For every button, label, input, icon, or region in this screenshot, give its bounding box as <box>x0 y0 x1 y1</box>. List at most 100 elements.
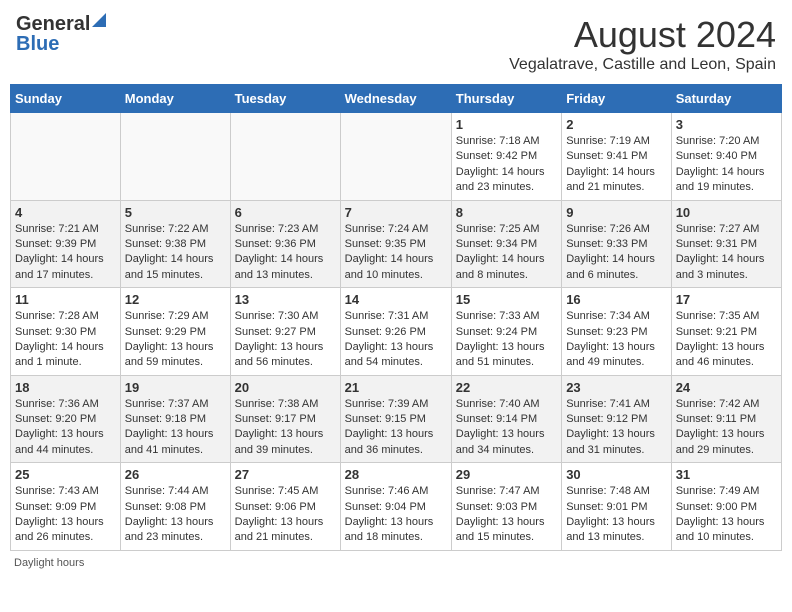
col-sunday: Sunday <box>11 85 121 113</box>
day-number: 13 <box>235 292 336 307</box>
calendar-table: Sunday Monday Tuesday Wednesday Thursday… <box>10 84 782 551</box>
day-number: 22 <box>456 380 557 395</box>
day-info: Sunrise: 7:18 AMSunset: 9:42 PMDaylight:… <box>456 134 557 196</box>
calendar-week-row: 1Sunrise: 7:18 AMSunset: 9:42 PMDaylight… <box>11 113 782 201</box>
day-info: Sunrise: 7:49 AMSunset: 9:00 PMDaylight:… <box>676 484 777 546</box>
table-row: 28 Sunrise: 7:46 AMSunset: 9:04 PMDayligh… <box>340 463 451 551</box>
day-number: 19 <box>125 380 226 395</box>
day-info: Sunrise: 7:22 AMSunset: 9:38 PMDaylight:… <box>125 222 226 284</box>
day-info: Sunrise: 7:45 AMSunset: 9:06 PMDaylight:… <box>235 484 336 546</box>
day-info: Sunrise: 7:37 AMSunset: 9:18 PMDaylight:… <box>125 397 226 459</box>
day-number: 7 <box>345 205 447 220</box>
day-number: 11 <box>15 292 116 307</box>
day-number: 27 <box>235 467 336 482</box>
calendar-header-row: Sunday Monday Tuesday Wednesday Thursday… <box>11 85 782 113</box>
table-row: 14 Sunrise: 7:31 AMSunset: 9:26 PMDayligh… <box>340 288 451 376</box>
table-row: 23 Sunrise: 7:41 AMSunset: 9:12 PMDayligh… <box>562 375 672 463</box>
table-row: 2Sunrise: 7:19 AMSunset: 9:41 PMDaylight… <box>562 113 672 201</box>
day-number: 21 <box>345 380 447 395</box>
table-row: 27 Sunrise: 7:45 AMSunset: 9:06 PMDayligh… <box>230 463 340 551</box>
day-number: 8 <box>456 205 557 220</box>
day-number: 26 <box>125 467 226 482</box>
table-row: 9 Sunrise: 7:26 AMSunset: 9:33 PMDaylight… <box>562 200 672 288</box>
page-title: August 2024 <box>509 14 776 56</box>
calendar-week-row: 18Sunrise: 7:36 AMSunset: 9:20 PMDayligh… <box>11 375 782 463</box>
table-row: 26 Sunrise: 7:44 AMSunset: 9:08 PMDayligh… <box>120 463 230 551</box>
day-number: 23 <box>566 380 667 395</box>
table-row: 5 Sunrise: 7:22 AMSunset: 9:38 PMDaylight… <box>120 200 230 288</box>
day-number: 9 <box>566 205 667 220</box>
day-info: Sunrise: 7:41 AMSunset: 9:12 PMDaylight:… <box>566 397 667 459</box>
day-info: Sunrise: 7:26 AMSunset: 9:33 PMDaylight:… <box>566 222 667 284</box>
day-number: 12 <box>125 292 226 307</box>
day-info: Sunrise: 7:29 AMSunset: 9:29 PMDaylight:… <box>125 309 226 371</box>
day-number: 30 <box>566 467 667 482</box>
table-row: 16 Sunrise: 7:34 AMSunset: 9:23 PMDayligh… <box>562 288 672 376</box>
day-info: Sunrise: 7:38 AMSunset: 9:17 PMDaylight:… <box>235 397 336 459</box>
table-row <box>11 113 121 201</box>
day-number: 14 <box>345 292 447 307</box>
day-number: 29 <box>456 467 557 482</box>
day-number: 5 <box>125 205 226 220</box>
day-info: Sunrise: 7:25 AMSunset: 9:34 PMDaylight:… <box>456 222 557 284</box>
day-info: Sunrise: 7:19 AMSunset: 9:41 PMDaylight:… <box>566 134 667 196</box>
table-row: 18Sunrise: 7:36 AMSunset: 9:20 PMDayligh… <box>11 375 121 463</box>
col-friday: Friday <box>562 85 672 113</box>
day-number: 10 <box>676 205 777 220</box>
day-info: Sunrise: 7:33 AMSunset: 9:24 PMDaylight:… <box>456 309 557 371</box>
table-row: 30 Sunrise: 7:48 AMSunset: 9:01 PMDayligh… <box>562 463 672 551</box>
table-row: 20Sunrise: 7:38 AMSunset: 9:17 PMDayligh… <box>230 375 340 463</box>
day-number: 18 <box>15 380 116 395</box>
table-row: 1Sunrise: 7:18 AMSunset: 9:42 PMDaylight… <box>451 113 561 201</box>
table-row: 17Sunrise: 7:35 AMSunset: 9:21 PMDayligh… <box>671 288 781 376</box>
day-info: Sunrise: 7:24 AMSunset: 9:35 PMDaylight:… <box>345 222 447 284</box>
table-row: 15 Sunrise: 7:33 AMSunset: 9:24 PMDayligh… <box>451 288 561 376</box>
day-number: 25 <box>15 467 116 482</box>
table-row: 22 Sunrise: 7:40 AMSunset: 9:14 PMDayligh… <box>451 375 561 463</box>
footer-note: Daylight hours <box>10 557 782 569</box>
logo: General Blue <box>16 14 106 54</box>
table-row <box>230 113 340 201</box>
table-row: 13 Sunrise: 7:30 AMSunset: 9:27 PMDayligh… <box>230 288 340 376</box>
day-number: 15 <box>456 292 557 307</box>
day-info: Sunrise: 7:34 AMSunset: 9:23 PMDaylight:… <box>566 309 667 371</box>
calendar-week-row: 11Sunrise: 7:28 AMSunset: 9:30 PMDayligh… <box>11 288 782 376</box>
day-number: 16 <box>566 292 667 307</box>
col-thursday: Thursday <box>451 85 561 113</box>
page-header: General Blue August 2024 Vegalatrave, Ca… <box>10 10 782 78</box>
day-info: Sunrise: 7:40 AMSunset: 9:14 PMDaylight:… <box>456 397 557 459</box>
day-info: Sunrise: 7:23 AMSunset: 9:36 PMDaylight:… <box>235 222 336 284</box>
day-number: 28 <box>345 467 447 482</box>
day-info: Sunrise: 7:48 AMSunset: 9:01 PMDaylight:… <box>566 484 667 546</box>
day-info: Sunrise: 7:43 AMSunset: 9:09 PMDaylight:… <box>15 484 116 546</box>
day-info: Sunrise: 7:30 AMSunset: 9:27 PMDaylight:… <box>235 309 336 371</box>
table-row: 4Sunrise: 7:21 AMSunset: 9:39 PMDaylight… <box>11 200 121 288</box>
daylight-label: Daylight hours <box>14 557 84 569</box>
day-info: Sunrise: 7:42 AMSunset: 9:11 PMDaylight:… <box>676 397 777 459</box>
col-wednesday: Wednesday <box>340 85 451 113</box>
table-row: 29 Sunrise: 7:47 AMSunset: 9:03 PMDayligh… <box>451 463 561 551</box>
table-row: 25 Sunrise: 7:43 AMSunset: 9:09 PMDayligh… <box>11 463 121 551</box>
calendar-week-row: 4Sunrise: 7:21 AMSunset: 9:39 PMDaylight… <box>11 200 782 288</box>
col-tuesday: Tuesday <box>230 85 340 113</box>
day-info: Sunrise: 7:31 AMSunset: 9:26 PMDaylight:… <box>345 309 447 371</box>
day-info: Sunrise: 7:44 AMSunset: 9:08 PMDaylight:… <box>125 484 226 546</box>
logo-triangle-icon <box>92 13 106 27</box>
day-number: 6 <box>235 205 336 220</box>
col-saturday: Saturday <box>671 85 781 113</box>
day-info: Sunrise: 7:27 AMSunset: 9:31 PMDaylight:… <box>676 222 777 284</box>
table-row: 10 Sunrise: 7:27 AMSunset: 9:31 PMDayligh… <box>671 200 781 288</box>
table-row: 11Sunrise: 7:28 AMSunset: 9:30 PMDayligh… <box>11 288 121 376</box>
col-monday: Monday <box>120 85 230 113</box>
table-row <box>120 113 230 201</box>
day-info: Sunrise: 7:39 AMSunset: 9:15 PMDaylight:… <box>345 397 447 459</box>
day-info: Sunrise: 7:46 AMSunset: 9:04 PMDaylight:… <box>345 484 447 546</box>
logo-blue-text: Blue <box>16 34 59 54</box>
table-row: 7 Sunrise: 7:24 AMSunset: 9:35 PMDaylight… <box>340 200 451 288</box>
table-row: 3Sunrise: 7:20 AMSunset: 9:40 PMDaylight… <box>671 113 781 201</box>
day-info: Sunrise: 7:47 AMSunset: 9:03 PMDaylight:… <box>456 484 557 546</box>
table-row: 31Sunrise: 7:49 AMSunset: 9:00 PMDayligh… <box>671 463 781 551</box>
table-row: 24Sunrise: 7:42 AMSunset: 9:11 PMDayligh… <box>671 375 781 463</box>
table-row: 12 Sunrise: 7:29 AMSunset: 9:29 PMDayligh… <box>120 288 230 376</box>
day-number: 3 <box>676 117 777 132</box>
